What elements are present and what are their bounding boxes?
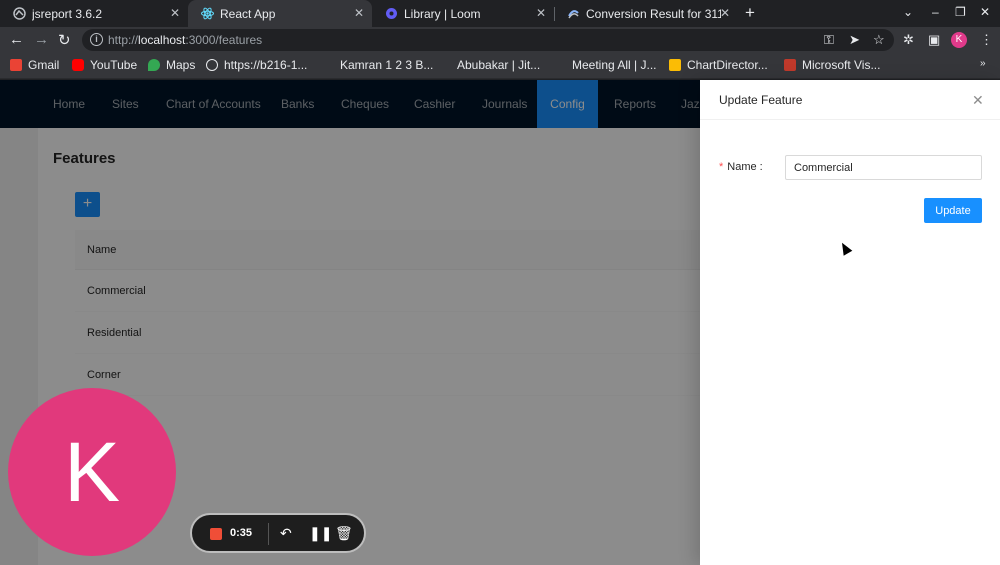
conversion-icon — [566, 7, 580, 21]
recording-timer: 0:35 — [230, 527, 253, 539]
bookmark-kamran[interactable]: Kamran 1 2 3 B... — [340, 58, 433, 72]
tab-loom[interactable]: Library | Loom ✕ — [372, 0, 554, 27]
close-icon[interactable]: ✕ — [720, 6, 730, 20]
loom-icon — [384, 7, 398, 21]
tab-title: Library | Loom — [404, 6, 481, 21]
extensions-icon[interactable]: ✲ — [903, 32, 914, 48]
pause-icon[interactable]: ❚❚ — [309, 525, 332, 542]
bookmark-maps[interactable]: Maps — [148, 58, 195, 72]
address-bar[interactable]: i http://localhost:3000/features ⚿ ➤ ☆ — [82, 29, 894, 51]
divider — [268, 523, 269, 545]
maps-pin-icon — [148, 59, 160, 71]
address-toolbar: ← → ↻ i http://localhost:3000/features ⚿… — [0, 27, 1000, 54]
stop-recording-icon[interactable] — [210, 528, 222, 540]
drawer-title: Update Feature — [719, 93, 803, 107]
tab-react-app[interactable]: React App ✕ — [188, 0, 372, 27]
tab-title: jsreport 3.6.2 — [32, 6, 103, 21]
more-bookmarks-icon[interactable]: » — [980, 58, 986, 69]
microsoft-icon — [784, 59, 796, 71]
bookmark-gmail[interactable]: Gmail — [10, 58, 59, 72]
update-feature-drawer: Update Feature ✕ *Name : Update — [700, 80, 1000, 565]
site-info-icon[interactable]: i — [90, 33, 103, 46]
tab-title: React App — [220, 6, 276, 21]
react-icon — [200, 7, 214, 21]
tab-title: Conversion Result for 311 — [586, 6, 721, 21]
loom-camera-bubble[interactable]: K — [8, 388, 176, 556]
sidebar-icon[interactable]: ▣ — [928, 32, 940, 48]
jsreport-icon — [12, 7, 26, 21]
name-input[interactable] — [785, 155, 982, 180]
name-label: * Name : — [719, 161, 763, 173]
tab-conversion-result[interactable]: Conversion Result for 311 ✕ — [554, 0, 738, 27]
drawer-header: Update Feature ✕ — [700, 80, 1000, 120]
bookmark-chartdirector[interactable]: ChartDirector... — [669, 58, 768, 72]
bookmark-abubakar[interactable]: Abubakar | Jit... — [457, 58, 540, 72]
chartdirector-icon — [669, 59, 681, 71]
close-icon[interactable]: ✕ — [354, 6, 364, 20]
close-icon[interactable]: ✕ — [972, 92, 984, 109]
trash-icon[interactable]: 🗑 — [335, 525, 353, 542]
bookmark-meeting[interactable]: Meeting All | J... — [572, 58, 657, 72]
loom-recording-controls: 0:35 ↶ ❚❚ 🗑 — [190, 513, 366, 553]
reload-icon[interactable]: ↻ — [58, 31, 71, 49]
window-close-icon[interactable]: ✕ — [980, 5, 990, 19]
tab-search-chevron-icon[interactable]: ⌄ — [903, 5, 913, 19]
new-tab-icon[interactable]: + — [745, 3, 755, 23]
minimize-icon[interactable]: – — [932, 5, 939, 19]
bookmark-star-icon[interactable]: ☆ — [873, 32, 885, 48]
close-icon[interactable]: ✕ — [170, 6, 180, 20]
close-icon[interactable]: ✕ — [536, 6, 546, 20]
youtube-icon — [72, 59, 84, 71]
back-arrow-icon[interactable]: ← — [9, 31, 24, 48]
gmail-icon — [10, 59, 22, 71]
profile-avatar[interactable]: K — [951, 32, 967, 48]
undo-icon[interactable]: ↶ — [280, 525, 292, 542]
globe-icon — [206, 59, 218, 71]
bookmark-microsoft[interactable]: Microsoft Vis... — [784, 58, 880, 72]
url-text: http://localhost:3000/features — [108, 33, 263, 47]
forward-arrow-icon[interactable]: → — [34, 31, 49, 48]
key-icon[interactable]: ⚿ — [824, 32, 834, 48]
menu-kebab-icon[interactable]: ⋮ — [980, 32, 993, 48]
tab-strip: jsreport 3.6.2 ✕ React App ✕ Library | L… — [0, 0, 1000, 27]
tab-jsreport[interactable]: jsreport 3.6.2 ✕ — [0, 0, 188, 27]
send-icon[interactable]: ➤ — [849, 32, 860, 48]
bookmark-url[interactable]: https://b216-1... — [206, 58, 307, 72]
bookmarks-bar: Gmail YouTube Maps https://b216-1... Kam… — [0, 54, 1000, 79]
restore-icon[interactable]: ❐ — [955, 5, 966, 19]
update-button[interactable]: Update — [924, 198, 982, 223]
bookmark-youtube[interactable]: YouTube — [72, 58, 137, 72]
